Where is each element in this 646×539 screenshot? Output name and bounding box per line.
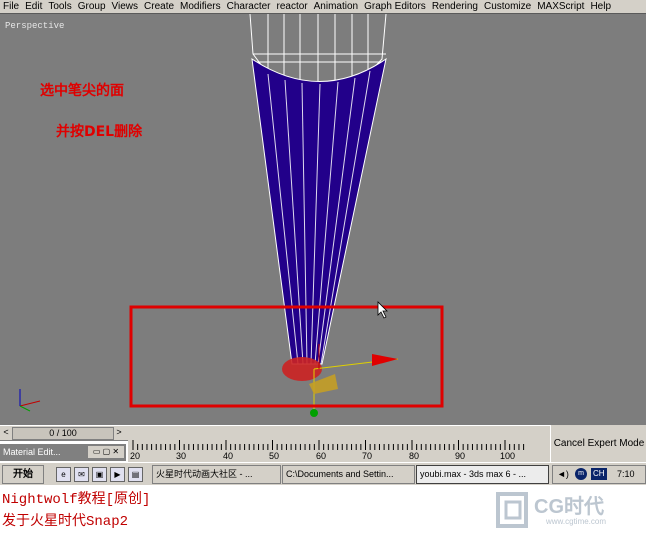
menu-create[interactable]: Create [141,0,177,13]
menu-modifiers[interactable]: Modifiers [177,0,224,13]
time-slider[interactable]: < 0 / 100 > [0,425,550,441]
cgtime-logo-icon [496,492,528,528]
outlook-icon[interactable]: ✉ [74,467,89,482]
menu-tools[interactable]: Tools [45,0,74,13]
annotation-select-tip: 选中笔尖的面 [40,83,124,99]
menu-animation[interactable]: Animation [311,0,361,13]
ie-icon[interactable]: e [56,467,71,482]
tick-label: 80 [409,451,420,461]
task-explorer-label: C:\Documents and Settin... [286,469,394,479]
tick-label: 20 [130,451,141,461]
cancel-expert-mode-button[interactable]: Cancel Expert Mode [550,425,646,462]
windows-taskbar: 开始 e ✉ ▣ ▶ ▤ 火星时代动画大社区 - ... C:\Document… [0,462,646,485]
task-3dsmax[interactable]: youbi.max - 3ds max 6 - ... [416,465,549,484]
credit-author: Nightwolf教程[原创] [2,492,151,508]
gizmo-x-arrow [372,354,398,366]
logo-text: CG时代 [534,496,604,518]
menu-help[interactable]: Help [587,0,614,13]
start-label: 开始 [13,469,33,480]
material-editor-window[interactable]: Material Edit... ▭ ▢ ✕ [0,444,126,461]
track-bar[interactable]: 20 30 40 50 60 70 80 90 100 [128,440,550,462]
tick-label: 30 [176,451,187,461]
time-next-button[interactable]: > [114,427,124,438]
window-controls-icon[interactable]: ▭ ▢ ✕ [88,446,124,458]
viewport-scene [19,14,444,417]
logo-url: www.cgtime.com [546,517,607,526]
task-forum[interactable]: 火星时代动画大社区 - ... [152,465,281,484]
menu-group[interactable]: Group [75,0,109,13]
explorer-icon[interactable]: ▤ [128,467,143,482]
menu-bar: File Edit Tools Group Views Create Modifiers Ch… [0,0,646,13]
ime-icon[interactable]: m [575,468,587,480]
menu-edit[interactable]: Edit [22,0,45,13]
tick-label: 90 [455,451,466,461]
start-button[interactable]: 开始 [2,465,44,484]
axis-tripod-icon [19,389,41,412]
speaker-icon[interactable]: ◄) [557,466,569,483]
media-icon[interactable]: ▶ [110,467,125,482]
menu-graph-editors[interactable]: Graph Editors [361,0,429,13]
task-explorer[interactable]: C:\Documents and Settin... [282,465,415,484]
menu-file[interactable]: File [0,0,22,13]
menu-character[interactable]: Character [224,0,274,13]
desktop-icon[interactable]: ▣ [92,467,107,482]
time-prev-button[interactable]: < [1,427,11,438]
task-forum-label: 火星时代动画大社区 - ... [156,469,253,479]
tick-label: 60 [316,451,327,461]
menu-views[interactable]: Views [109,0,142,13]
perspective-viewport[interactable]: Perspective 选中笔尖的面 并按DEL删除 [0,13,646,426]
mouse-cursor-icon [377,301,388,319]
gizmo-y-handle [310,409,318,417]
tick-label: 50 [269,451,280,461]
menu-reactor[interactable]: reactor [274,0,311,13]
system-tray: ◄) m CH 7:10 [552,465,646,484]
tick-label: 100 [500,451,516,461]
tick-label: 40 [223,451,234,461]
menu-customize[interactable]: Customize [481,0,534,13]
annotation-delete: 并按DEL删除 [56,124,143,140]
language-indicator[interactable]: CH [591,468,607,480]
credit-source: 发于火星时代Snap2 [2,514,129,530]
clock[interactable]: 7:10 [617,466,635,483]
track-ticks [132,440,525,450]
menu-rendering[interactable]: Rendering [429,0,481,13]
tick-label: 70 [362,451,373,461]
menu-maxscript[interactable]: MAXScript [534,0,587,13]
material-editor-title: Material Edit... [3,447,61,457]
time-slider-thumb[interactable]: 0 / 100 [12,427,114,440]
task-3dsmax-label: youbi.max - 3ds max 6 - ... [420,469,527,479]
